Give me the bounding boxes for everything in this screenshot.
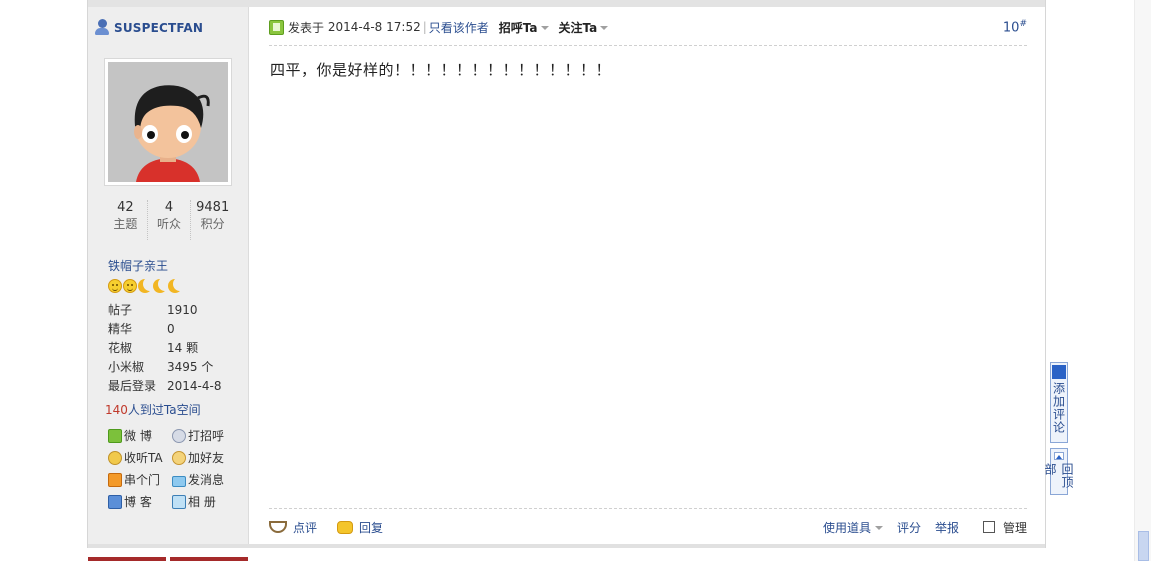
posted-time: 2014-4-8 17:52 <box>327 20 421 34</box>
meta-separator: | <box>422 20 427 34</box>
manage-checkbox[interactable] <box>982 521 995 533</box>
envelope-icon <box>172 475 186 487</box>
footer-divider <box>269 508 1027 509</box>
weibo-link[interactable]: 微 博 <box>108 425 172 447</box>
moon-icon <box>153 279 167 293</box>
user-rank[interactable]: 铁帽子亲王 <box>108 257 168 274</box>
author-name-row: SUSPECTFAN <box>94 19 203 37</box>
info-row-posts: 帖子 1910 <box>108 303 198 317</box>
edit-pencil-icon <box>1052 365 1066 379</box>
stat-points[interactable]: 9481 积分 <box>191 200 234 240</box>
use-tools-menu[interactable]: 使用道具 <box>823 519 883 536</box>
rank-medals <box>108 279 182 293</box>
follow-link[interactable]: 收听TA <box>108 447 172 469</box>
blog-link[interactable]: 博 客 <box>108 491 172 513</box>
info-row-digest: 精华 0 <box>108 322 175 336</box>
rate-link[interactable]: 评分 <box>897 519 921 536</box>
author-name-link[interactable]: SUSPECTFAN <box>114 21 203 35</box>
author-sidebar: SUSPECTFAN 42 主题 4 听众 9481 积分 铁帽子亲王 帖子 1… <box>88 7 249 548</box>
meta-divider <box>269 45 1027 46</box>
page-scrollbar[interactable] <box>1134 0 1151 561</box>
info-row-millet-pepper: 小米椒 3495 个 <box>108 360 214 374</box>
greet-link[interactable]: 打招呼 <box>172 425 236 447</box>
next-post-edge <box>170 557 248 561</box>
reply-bubble-icon <box>337 520 354 534</box>
blog-icon <box>108 495 122 509</box>
back-to-top-button[interactable]: 回顶部 <box>1043 448 1074 495</box>
album-link[interactable]: 相 册 <box>172 491 236 513</box>
wave-hand-icon <box>172 429 186 443</box>
stat-topics[interactable]: 42 主题 <box>104 200 148 240</box>
scrollbar-thumb[interactable] <box>1138 531 1149 561</box>
author-info: 帖子 1910 精华 0 花椒 14 颗 小米椒 3495 个 最后登录 2014-4-8 <box>108 301 221 396</box>
floor-number-link[interactable]: 10# <box>1003 19 1027 35</box>
only-author-link[interactable]: 只看该作者 <box>429 19 489 36</box>
post-icon <box>269 19 284 35</box>
info-row-last-login: 最后登录 2014-4-8 <box>108 379 222 393</box>
moon-icon <box>168 279 182 293</box>
send-message-link[interactable]: 发消息 <box>172 469 236 491</box>
user-icon <box>94 19 110 37</box>
post-message: 四平，你是好样的！！！！！！！！！！！！！！ <box>270 61 612 79</box>
info-row-pepper: 花椒 14 颗 <box>108 341 199 355</box>
chevron-down-icon <box>600 25 609 30</box>
next-post-edge <box>88 557 166 561</box>
posted-label: 发表于 <box>288 20 325 35</box>
visit-space-link[interactable]: 串个门 <box>108 469 172 491</box>
handshake-icon <box>172 451 186 465</box>
add-friend-link[interactable]: 加好友 <box>172 447 236 469</box>
forum-post: SUSPECTFAN 42 主题 4 听众 9481 积分 铁帽子亲王 帖子 1… <box>87 0 1046 548</box>
manage-label: 管理 <box>1002 520 1027 535</box>
reply-link[interactable]: 回复 <box>359 519 383 536</box>
stat-listeners[interactable]: 4 听众 <box>148 200 192 240</box>
coffee-cup-icon <box>269 521 287 533</box>
avatar-image <box>108 62 228 182</box>
author-stats: 42 主题 4 听众 9481 积分 <box>104 200 234 240</box>
photo-album-icon <box>172 495 186 509</box>
comment-link[interactable]: 点评 <box>293 519 317 536</box>
post-meta: 发表于 2014-4-8 17:52 | 只看该作者 招呼Ta 关注Ta 10# <box>269 16 1027 38</box>
post-bottom-divider <box>88 544 1045 548</box>
home-icon <box>108 473 122 487</box>
follow-ta-menu[interactable]: 关注Ta <box>559 19 615 36</box>
post-footer: 点评 回复 使用道具 评分 举报 管理 <box>269 515 1027 539</box>
arrow-up-icon <box>1054 452 1064 461</box>
post-top-divider <box>88 0 1045 7</box>
avatar[interactable] <box>104 58 232 186</box>
greet-ta-menu[interactable]: 招呼Ta <box>499 19 555 36</box>
sun-icon <box>123 279 137 293</box>
sun-icon <box>108 279 122 293</box>
add-comment-button[interactable]: 添加评论 <box>1050 362 1068 443</box>
listen-users-icon <box>108 451 122 465</box>
chevron-down-icon <box>874 526 883 530</box>
author-actions: 微 博 打招呼 收听TA 加好友 串个门 发消息 博 客 相 册 <box>108 425 238 513</box>
space-visits-link[interactable]: 140人到过Ta空间 <box>105 401 201 418</box>
weibo-star-icon <box>108 429 122 443</box>
chevron-down-icon <box>540 25 549 30</box>
moon-icon <box>138 279 152 293</box>
report-link[interactable]: 举报 <box>935 519 959 536</box>
